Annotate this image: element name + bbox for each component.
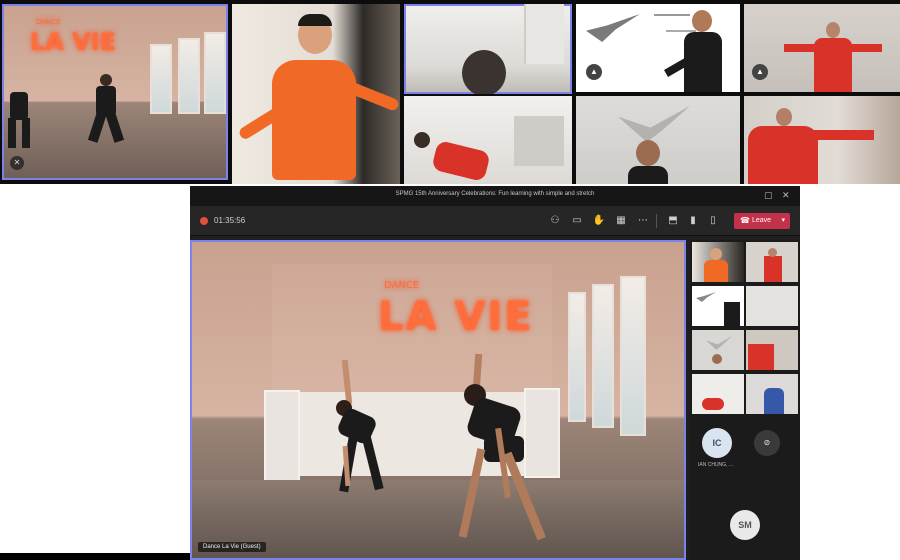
camera-icon[interactable]: ▮ [686, 214, 700, 228]
avatar-ic-name: IAN CHUNG, ... [698, 462, 734, 468]
video-tile-logo-man-2[interactable] [576, 96, 740, 184]
neon-sign-small: DANCE [36, 18, 61, 26]
mini-tile[interactable] [746, 374, 798, 414]
people-icon[interactable]: ⚇ [548, 214, 562, 228]
spotlight-name-chip: Dance La Vie (Guest) [198, 542, 266, 552]
more-icon[interactable]: ⋯ [636, 214, 650, 228]
meeting-timer: 01:35:56 [214, 216, 246, 225]
status-strip [0, 553, 190, 560]
participant-panel: IC IAN CHUNG, ... ⊘ SM [690, 240, 800, 560]
meeting-title: SPMG 15th Anniversary Celebrations: Fun … [395, 191, 595, 197]
pin-icon: ▲ [752, 64, 768, 80]
video-tile-dance-studio[interactable]: DANCE LA VIE ✕ [2, 4, 228, 180]
video-tile-red-bend[interactable] [404, 96, 572, 184]
video-tile-red-man[interactable]: ▲ [744, 4, 900, 92]
chevron-down-icon[interactable]: ▾ [781, 213, 785, 229]
reactions-icon[interactable]: ✋ [592, 214, 606, 228]
bird-logo-icon [618, 106, 690, 142]
video-tile-orange-presenter[interactable] [232, 4, 400, 184]
mini-tile[interactable] [746, 286, 798, 326]
video-tile-room[interactable] [404, 4, 572, 94]
video-gallery: DANCE LA VIE ✕ ▲ ▲ [0, 0, 900, 184]
leave-label: Leave [752, 217, 772, 224]
share-icon[interactable]: ⬒ [666, 214, 680, 228]
leave-button[interactable]: ☎ Leave ▾ [734, 213, 790, 229]
popout-icon[interactable]: ▢ [764, 190, 773, 200]
neon-sign-large: LA VIE [378, 294, 534, 340]
shelf [264, 390, 300, 486]
spotlight-name: Dance La Vie (Guest) [203, 544, 261, 550]
mini-tile[interactable] [692, 330, 744, 370]
dancer [6, 78, 32, 148]
video-tile-red-man-2[interactable] [744, 96, 900, 184]
avatar-ic[interactable]: IC [702, 428, 732, 458]
dancer [87, 74, 125, 143]
title-bar: SPMG 15th Anniversary Celebrations: Fun … [190, 186, 800, 206]
meeting-window: SPMG 15th Anniversary Celebrations: Fun … [190, 186, 800, 560]
mini-tile[interactable] [746, 242, 798, 282]
dancer-right [454, 353, 564, 554]
video-tile-logo-man[interactable]: ▲ [576, 4, 740, 92]
orange-shirt [272, 60, 356, 180]
phone-icon: ☎ [740, 216, 750, 225]
mini-tile[interactable] [746, 330, 798, 370]
spotlight-video[interactable]: DANCE LA VIE Dance La Vie (Guest) [190, 240, 686, 560]
mini-tile[interactable] [692, 374, 744, 414]
mic-icon[interactable]: ▯ [706, 214, 720, 228]
close-icon[interactable]: ✕ [782, 190, 790, 200]
view-icon[interactable]: ▦ [614, 214, 628, 228]
dancer-left [330, 359, 390, 510]
pin-icon: ▲ [586, 64, 602, 80]
avatar-sm[interactable]: SM [730, 510, 760, 540]
mic-off-avatar-icon: ⊘ [754, 430, 780, 456]
mini-tile[interactable] [692, 286, 744, 326]
bird-logo-icon [586, 14, 640, 42]
chat-icon[interactable]: ▭ [570, 214, 584, 228]
neon-sign-large: LA VIE [30, 28, 117, 56]
record-icon [200, 217, 208, 225]
mic-off-icon: ✕ [10, 156, 24, 170]
mini-tile[interactable] [692, 242, 744, 282]
neon-sign-small: DANCE [384, 280, 420, 291]
meeting-toolbar: 01:35:56 ⚇ ▭ ✋ ▦ ⋯ ⬒ ▮ ▯ ☎ Leave ▾ [190, 206, 800, 236]
